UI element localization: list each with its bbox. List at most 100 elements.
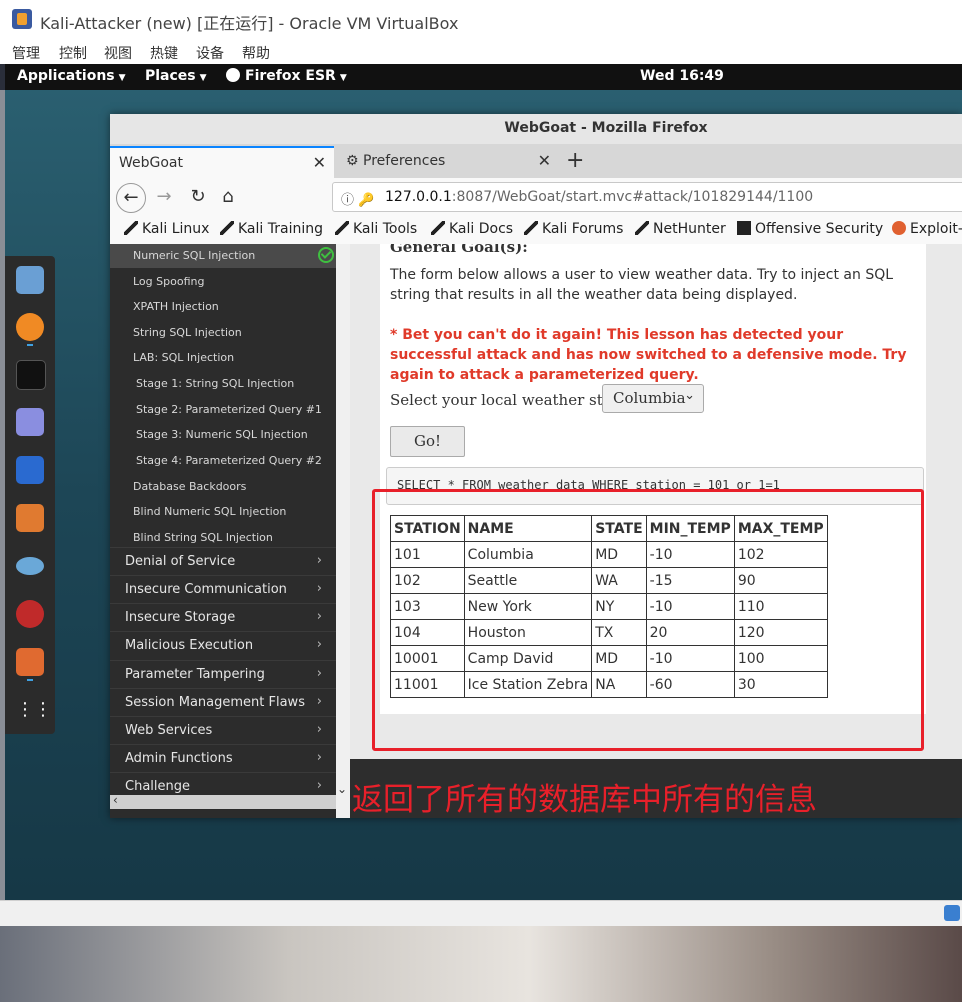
burpsuite-running-icon[interactable] (16, 648, 44, 676)
text-editor-icon[interactable] (16, 408, 44, 436)
sidebar-item-stage-2[interactable]: Stage 2: Parameterized Query #1 (110, 397, 336, 422)
vbox-menu-control[interactable]: 控制 (59, 43, 87, 63)
tab-webgoat[interactable]: WebGoat ✕ (110, 146, 334, 180)
dock: ⋮⋮ (5, 256, 55, 734)
forward-button[interactable]: → (150, 183, 178, 211)
sidebar-category-session-management[interactable]: Session Management Flaws › (110, 688, 336, 717)
close-tab-icon[interactable]: ✕ (313, 153, 326, 172)
exploit-db-icon (892, 221, 906, 235)
annotation-text: 返回了所有的数据库中所有的信息 (352, 782, 817, 818)
sidebar-item-database-backdoors[interactable]: Database Backdoors (110, 474, 336, 499)
kali-dragon-icon (124, 221, 138, 235)
sidebar-item-xpath-injection[interactable]: XPATH Injection (110, 294, 336, 319)
files-icon[interactable] (16, 266, 44, 294)
station-select[interactable]: Columbia ⌄ (602, 384, 704, 413)
new-tab-button[interactable]: + (566, 148, 584, 173)
url-text: 127.0.0.1:8087/WebGoat/start.mvc#attack/… (385, 189, 814, 205)
sidebar-category-parameter-tampering[interactable]: Parameter Tampering › (110, 660, 336, 689)
vbox-window-title: Kali-Attacker (new) [正在运行] - Oracle VM V… (40, 14, 459, 33)
bookmark-nethunter[interactable]: NetHunter (635, 221, 726, 237)
sidebar-category-admin-functions[interactable]: Admin Functions › (110, 744, 336, 773)
station-select-value: Columbia (613, 389, 686, 407)
chevron-right-icon: › (316, 722, 322, 737)
close-tab-icon[interactable]: ✕ (538, 151, 551, 170)
tab-label: WebGoat (119, 155, 184, 171)
chevron-right-icon: › (316, 609, 322, 624)
sidebar-item-log-spoofing[interactable]: Log Spoofing (110, 269, 336, 294)
vbox-menu-manage[interactable]: 管理 (12, 43, 40, 63)
lesson-sidebar: Numeric SQL Injection Log Spoofing XPATH… (110, 244, 336, 818)
tab-label: ⚙ Preferences (346, 153, 446, 169)
places-menu[interactable]: Places ▼ (145, 68, 207, 84)
info-lock-icon[interactable]: ⓘ 🔑 (341, 189, 374, 208)
chevron-down-icon: ⌄ (684, 388, 695, 403)
bookmark-kali-tools[interactable]: Kali Tools (335, 221, 417, 237)
bookmark-kali-docs[interactable]: Kali Docs (431, 221, 513, 237)
sidebar-category-web-services[interactable]: Web Services › (110, 716, 336, 745)
url-bar[interactable]: ⓘ 🔑 127.0.0.1:8087/WebGoat/start.mvc#att… (332, 182, 962, 212)
offsec-icon (737, 221, 751, 235)
kali-dragon-icon (220, 221, 234, 235)
kali-dragon-icon (635, 221, 649, 235)
sidebar-category-insecure-communication[interactable]: Insecure Communication › (110, 575, 336, 604)
sidebar-category-insecure-storage[interactable]: Insecure Storage › (110, 603, 336, 632)
home-button[interactable]: ⌂ (214, 183, 242, 211)
show-apps-icon[interactable]: ⋮⋮ (16, 696, 52, 724)
chevron-right-icon: › (316, 553, 322, 568)
goal-text: The form below allows a user to view wea… (390, 267, 894, 303)
bookmark-kali-forums[interactable]: Kali Forums (524, 221, 623, 237)
host-desktop-wallpaper (0, 926, 962, 1002)
highlight-box (372, 489, 924, 751)
go-button[interactable]: Go! (390, 426, 465, 457)
running-indicator (27, 344, 33, 346)
bookmark-offensive-security[interactable]: Offensive Security (737, 221, 883, 237)
eye-icon[interactable] (16, 557, 44, 575)
horizontal-scrollbar[interactable]: ‹ (110, 793, 336, 809)
running-indicator (27, 679, 33, 681)
sidebar-category-malicious-execution[interactable]: Malicious Execution › (110, 631, 336, 660)
bookmark-exploit-db[interactable]: Exploit-D (892, 221, 962, 237)
vbox-menu-devices[interactable]: 设备 (196, 43, 224, 63)
clock[interactable]: Wed 16:49 (640, 68, 724, 84)
chevron-right-icon: › (316, 637, 322, 652)
applications-menu[interactable]: Applications ▼ (17, 68, 126, 84)
scroll-left-icon: ‹ (113, 793, 118, 807)
network-status-icon[interactable] (944, 905, 960, 921)
cherry-icon[interactable] (16, 600, 44, 628)
tab-strip: WebGoat ✕ ⚙ Preferences ✕ + (110, 144, 962, 180)
vbox-menu-help[interactable]: 帮助 (242, 43, 270, 63)
firefox-dock-icon[interactable] (16, 313, 44, 341)
sidebar-category-denial-of-service[interactable]: Denial of Service › (110, 547, 336, 576)
firefox-icon (226, 68, 240, 82)
chevron-right-icon: › (316, 778, 322, 793)
vbox-menu-hotkeys[interactable]: 热键 (150, 43, 178, 63)
firefox-window-title: WebGoat - Mozilla Firefox (504, 120, 708, 136)
bookmark-kali-linux[interactable]: Kali Linux (124, 221, 209, 237)
sidebar-item-numeric-sql-injection[interactable]: Numeric SQL Injection (110, 244, 336, 268)
sidebar-item-string-sql-injection[interactable]: String SQL Injection (110, 320, 336, 345)
tab-preferences[interactable]: ⚙ Preferences ✕ (337, 146, 559, 178)
vbox-titlebar: Kali-Attacker (new) [正在运行] - Oracle VM V… (0, 0, 962, 38)
kali-top-panel: Applications ▼ Places ▼ Firefox ESR ▼ Wed 1… (5, 64, 962, 90)
sidebar-item-lab-sql-injection[interactable]: LAB: SQL Injection (110, 345, 336, 370)
check-icon (318, 247, 334, 263)
sidebar-item-stage-1[interactable]: Stage 1: String SQL Injection (110, 371, 336, 396)
metasploit-icon[interactable] (16, 456, 44, 484)
sidebar-item-blind-numeric-sql[interactable]: Blind Numeric SQL Injection (110, 499, 336, 524)
chevron-right-icon: › (316, 666, 322, 681)
firefox-app-menu[interactable]: Firefox ESR ▼ (226, 68, 347, 84)
back-button[interactable]: ← (116, 183, 146, 213)
chevron-right-icon: › (316, 750, 322, 765)
sidebar-item-stage-4[interactable]: Stage 4: Parameterized Query #2 (110, 448, 336, 473)
kali-dragon-icon (524, 221, 538, 235)
vbox-menu-view[interactable]: 视图 (104, 43, 132, 63)
terminal-icon[interactable] (16, 360, 46, 390)
scroll-down-icon[interactable]: ⌄ (337, 782, 347, 796)
vbox-menubar: 管理 控制 视图 热键 设备 帮助 (0, 38, 962, 64)
burpsuite-icon[interactable] (16, 504, 44, 532)
sidebar-item-stage-3[interactable]: Stage 3: Numeric SQL Injection (110, 422, 336, 447)
bookmark-kali-training[interactable]: Kali Training (220, 221, 323, 237)
chevron-right-icon: › (316, 694, 322, 709)
chevron-right-icon: › (316, 581, 322, 596)
reload-button[interactable]: ↻ (184, 183, 212, 211)
